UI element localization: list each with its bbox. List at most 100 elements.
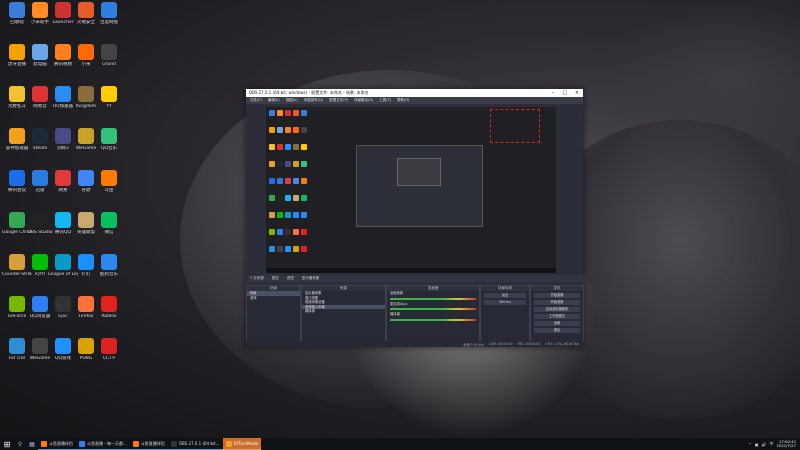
preview-icon bbox=[301, 178, 307, 184]
tray-chevron-icon[interactable]: ⌃ bbox=[748, 442, 751, 447]
preview-icon bbox=[277, 161, 283, 167]
desktop-icon[interactable]: Grand bbox=[94, 44, 124, 82]
menu-profile[interactable]: 配置文件(P) bbox=[329, 98, 348, 103]
window-titlebar[interactable]: OBS 27.0.1 (64-bit, windows) - 配置文件: 未命名… bbox=[246, 89, 583, 97]
menu-docks[interactable]: 停靠部件(D) bbox=[304, 98, 323, 103]
minimize-icon[interactable]: – bbox=[547, 90, 559, 96]
app-icon bbox=[78, 86, 94, 102]
menu-view[interactable]: 视图(V) bbox=[286, 98, 298, 103]
taskbar-app-button[interactable]: 斗鱼直播伴侣 bbox=[129, 438, 168, 450]
preview-icon bbox=[285, 161, 291, 167]
taskbar-app-button[interactable]: OBS 27.0.1 (64-bit... bbox=[167, 438, 223, 450]
desktop-icon[interactable]: YY bbox=[94, 86, 124, 124]
task-view-icon[interactable]: ▦ bbox=[26, 438, 38, 450]
desktop-icon[interactable]: 斗鱼 bbox=[94, 170, 124, 208]
taskbar-app-button[interactable]: SYTurnMode bbox=[222, 438, 261, 450]
volume-meter[interactable] bbox=[390, 318, 476, 321]
preview-icon bbox=[293, 212, 299, 218]
start-recording-button[interactable]: 开始录制 bbox=[534, 300, 580, 305]
selection-box[interactable] bbox=[490, 109, 540, 143]
maximize-icon[interactable]: □ bbox=[559, 90, 571, 96]
volume-icon[interactable]: 🔊 bbox=[762, 442, 767, 447]
transition-select[interactable]: 淡出 bbox=[484, 293, 526, 298]
preview-icon bbox=[301, 212, 307, 218]
source-item[interactable]: 媒体源 bbox=[302, 309, 385, 314]
ime-icon[interactable]: 中 bbox=[770, 441, 774, 447]
controls-title: 控件 bbox=[531, 286, 583, 291]
app-icon bbox=[101, 212, 117, 228]
rec-timer: REC: 00:00:00 bbox=[517, 342, 541, 346]
close-icon[interactable]: × bbox=[571, 90, 583, 96]
cpu-fps: CPU: 1.5%, 60.00 fps bbox=[545, 342, 579, 346]
preview-canvas[interactable] bbox=[266, 107, 556, 273]
display-capture-button[interactable]: 显示器采集 bbox=[302, 276, 320, 281]
preview-icon bbox=[285, 144, 291, 150]
settings-button[interactable]: 设置 bbox=[534, 321, 580, 326]
search-icon[interactable]: ⚲ bbox=[14, 438, 26, 450]
taskbar-app-button[interactable]: 斗鱼直播 - 每一天都... bbox=[76, 438, 130, 450]
preview-icon bbox=[277, 144, 283, 150]
app-icon bbox=[55, 44, 71, 60]
duration-input[interactable]: 300 ms bbox=[484, 300, 526, 305]
desktop-icon-label: Grand bbox=[102, 62, 116, 67]
virtual-camera-button[interactable]: 启动虚拟摄像机 bbox=[534, 307, 580, 312]
menu-bar: 文件(F) 编辑(E) 视图(V) 停靠部件(D) 配置文件(P) 场景集合(S… bbox=[246, 97, 583, 104]
taskbar: ⊞ ⚲ ▦ 斗鱼直播伴侣 斗鱼直播 - 每一天都... 斗鱼直播伴侣 OBS 27.0… bbox=[0, 438, 800, 450]
taskbar-app-label: SYTurnMode bbox=[233, 441, 258, 446]
app-icon bbox=[78, 2, 94, 18]
app-icon bbox=[78, 296, 94, 312]
menu-file[interactable]: 文件(F) bbox=[250, 98, 262, 103]
app-icon bbox=[9, 44, 25, 60]
desktop-icon[interactable]: 微信 bbox=[94, 212, 124, 250]
clock[interactable]: 17:00:42 2022/7/27 bbox=[777, 439, 796, 449]
preview-icon bbox=[269, 110, 275, 116]
dropped-frames: 丢帧 0 (0.0%) bbox=[463, 342, 485, 347]
system-tray: ⌃ ▣ 🔊 中 17:00:42 2022/7/27 bbox=[748, 439, 800, 449]
desktop-icon[interactable]: 酷狗音乐 bbox=[94, 254, 124, 292]
preview-icon bbox=[293, 178, 299, 184]
app-icon bbox=[55, 296, 71, 312]
preview-icon bbox=[285, 212, 291, 218]
app-icon bbox=[32, 212, 48, 228]
studio-mode-button[interactable]: 工作室模式 bbox=[534, 314, 580, 319]
app-icon bbox=[55, 86, 71, 102]
preview-icon bbox=[301, 195, 307, 201]
desktop-icon[interactable]: Roblox bbox=[94, 296, 124, 334]
taskbar-app-label: 斗鱼直播 - 每一天都... bbox=[87, 440, 127, 446]
scene-item[interactable]: 游戏 bbox=[247, 296, 300, 301]
preview-icon bbox=[277, 195, 283, 201]
desktop-icon-label: 酷狗音乐 bbox=[100, 272, 118, 277]
app-icon bbox=[9, 296, 25, 312]
menu-edit[interactable]: 编辑(E) bbox=[268, 98, 280, 103]
desktop-icon[interactable]: QQ音乐 bbox=[94, 128, 124, 166]
preview-icon bbox=[293, 161, 299, 167]
properties-button[interactable]: 属性 bbox=[272, 276, 279, 281]
menu-help[interactable]: 帮助(H) bbox=[397, 98, 409, 103]
preview-icon bbox=[293, 195, 299, 201]
exit-button[interactable]: 退出 bbox=[534, 328, 580, 333]
windows-start-icon[interactable]: ⊞ bbox=[0, 438, 14, 450]
app-icon bbox=[9, 338, 25, 354]
desktop-icon[interactable]: CCTV bbox=[94, 338, 124, 376]
app-icon bbox=[32, 86, 48, 102]
app-icon bbox=[9, 212, 25, 228]
nested-preview bbox=[356, 145, 483, 227]
desktop-icon[interactable]: 百度网盘 bbox=[94, 2, 124, 40]
taskbar-app-button[interactable]: 斗鱼直播伴侣 bbox=[38, 438, 76, 450]
menu-scene-collection[interactable]: 场景集合(S) bbox=[354, 98, 373, 103]
preview-icon bbox=[301, 246, 307, 252]
start-streaming-button[interactable]: 开始直播 bbox=[534, 293, 580, 298]
volume-meter[interactable] bbox=[390, 297, 476, 300]
preview-icon bbox=[269, 144, 275, 150]
app-icon bbox=[55, 338, 71, 354]
obs-window[interactable]: OBS 27.0.1 (64-bit, windows) - 配置文件: 未命名… bbox=[246, 89, 587, 347]
volume-meter[interactable] bbox=[390, 308, 476, 310]
source-toolbar: T 无来源 属性 滤镜 显示器采集 bbox=[246, 275, 587, 282]
filters-button[interactable]: 滤镜 bbox=[287, 276, 294, 281]
network-icon[interactable]: ▣ bbox=[755, 442, 759, 447]
menu-tools[interactable]: 工具(T) bbox=[379, 98, 391, 103]
app-icon bbox=[101, 254, 117, 270]
mixer-dock: 混音器 桌面音频 麦克风/Aux 媒体源 bbox=[386, 285, 480, 342]
preview-taskbar bbox=[266, 268, 556, 273]
desktop-icon-label: 斗鱼 bbox=[104, 188, 114, 193]
